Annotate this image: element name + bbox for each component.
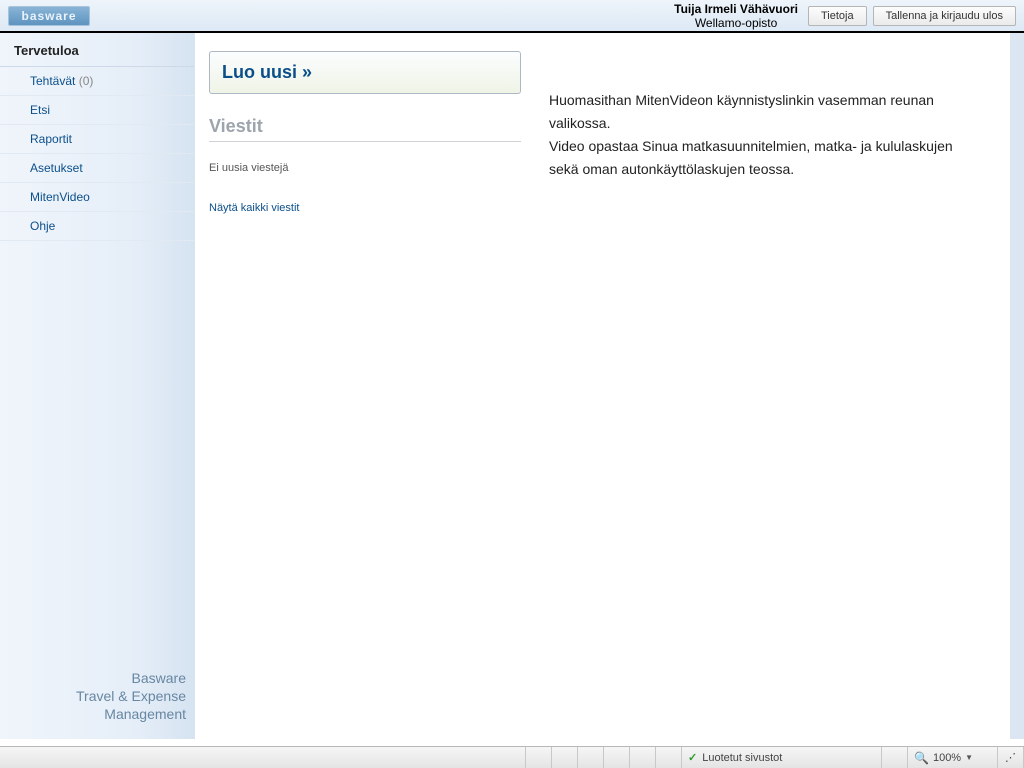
right-gutter — [1010, 33, 1024, 739]
create-new-button[interactable]: Luo uusi » — [209, 51, 521, 94]
chevron-down-icon: ▼ — [965, 753, 973, 762]
user-name: Tuija Irmeli Vähävuori — [674, 2, 798, 16]
status-slot — [604, 747, 630, 768]
sidebar: Tervetuloa Tehtävät (0) Etsi Raportit As… — [0, 33, 195, 739]
user-organization: Wellamo-opisto — [674, 16, 798, 30]
sidebar-item-label: Asetukset — [30, 161, 83, 175]
main-content: Luo uusi » Viestit Ei uusia viestejä Näy… — [195, 33, 1010, 739]
sidebar-item-settings[interactable]: Asetukset — [0, 154, 194, 183]
save-and-logout-button[interactable]: Tallenna ja kirjaudu ulos — [873, 6, 1016, 26]
sidebar-item-label: MitenVideo — [30, 190, 90, 204]
messages-heading: Viestit — [209, 116, 521, 142]
sidebar-item-label: Etsi — [30, 103, 50, 117]
sidebar-item-label: Tehtävät — [30, 74, 75, 88]
sidebar-footer: Basware Travel & Expense Management — [0, 659, 194, 739]
status-slot — [526, 747, 552, 768]
status-slot — [630, 747, 656, 768]
resize-grip[interactable]: ⋰ — [998, 747, 1024, 768]
notice-line: Video opastaa Sinua matkasuunnitelmien, … — [549, 135, 990, 158]
sidebar-nav: Tehtävät (0) Etsi Raportit Asetukset Mit… — [0, 67, 194, 241]
footer-brand: Basware — [6, 669, 186, 687]
status-spacer — [0, 747, 526, 768]
sidebar-item-label: Raportit — [30, 132, 72, 146]
sidebar-item-tasks[interactable]: Tehtävät (0) — [0, 67, 194, 96]
footer-product: Travel & Expense Management — [6, 687, 186, 723]
no-messages-text: Ei uusia viestejä — [209, 162, 529, 174]
status-slot — [578, 747, 604, 768]
status-slot — [656, 747, 682, 768]
brand-logo: basware — [8, 6, 90, 26]
notice-line: Huomasithan MitenVideon käynnistyslinkin… — [549, 89, 990, 135]
magnifier-icon: 🔍 — [914, 751, 929, 765]
sidebar-item-count: (0) — [79, 74, 94, 88]
sidebar-item-search[interactable]: Etsi — [0, 96, 194, 125]
notice-text: Huomasithan MitenVideon käynnistyslinkin… — [549, 89, 990, 181]
sidebar-item-howto-video[interactable]: MitenVideo — [0, 183, 194, 212]
security-zone-label: Luotetut sivustot — [702, 752, 782, 764]
zoom-control[interactable]: 🔍 100% ▼ — [908, 747, 998, 768]
security-zone[interactable]: ✓ Luotetut sivustot — [682, 747, 882, 768]
topbar: basware Tuija Irmeli Vähävuori Wellamo-o… — [0, 0, 1024, 33]
browser-statusbar: ✓ Luotetut sivustot 🔍 100% ▼ ⋰ — [0, 746, 1024, 768]
show-all-messages-link[interactable]: Näytä kaikki viestit — [209, 202, 529, 214]
zoom-value: 100% — [933, 752, 961, 764]
info-button[interactable]: Tietoja — [808, 6, 867, 26]
sidebar-item-help[interactable]: Ohje — [0, 212, 194, 241]
sidebar-item-label: Ohje — [30, 219, 55, 233]
user-info: Tuija Irmeli Vähävuori Wellamo-opisto — [674, 2, 808, 30]
sidebar-item-reports[interactable]: Raportit — [0, 125, 194, 154]
status-slot — [882, 747, 908, 768]
notice-line: sekä oman autonkäyttölaskujen teossa. — [549, 158, 990, 181]
check-icon: ✓ — [688, 751, 697, 764]
sidebar-heading: Tervetuloa — [0, 33, 194, 67]
status-slot — [552, 747, 578, 768]
